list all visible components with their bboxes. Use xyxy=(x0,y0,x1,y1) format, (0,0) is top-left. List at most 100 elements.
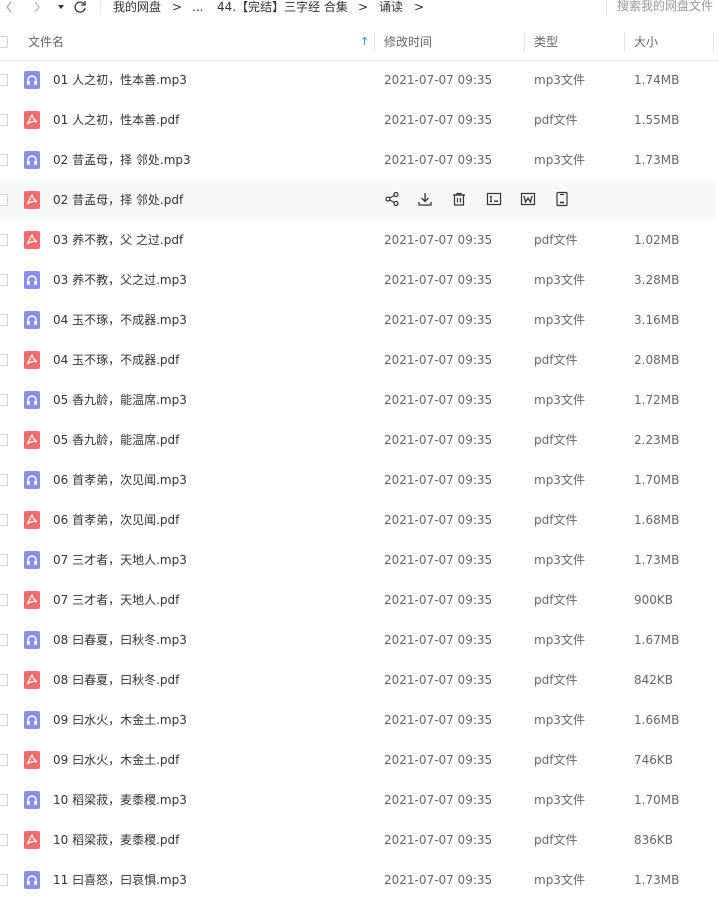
file-name[interactable]: 01 人之初，性本善.pdf xyxy=(53,100,179,140)
row-checkbox[interactable] xyxy=(0,634,8,646)
row-checkbox[interactable] xyxy=(0,274,8,286)
file-row[interactable]: 08 曰春夏，曰秋冬.pdf 2021-07-07 09:35 pdf文件 842KB xyxy=(0,660,715,700)
row-checkbox[interactable] xyxy=(0,314,8,326)
row-checkbox[interactable] xyxy=(0,394,8,406)
file-name[interactable]: 07 三才者，天地人.pdf xyxy=(53,580,179,620)
file-row[interactable]: 01 人之初，性本善.pdf 2021-07-07 09:35 pdf文件 1.55M… xyxy=(0,100,715,140)
row-checkbox[interactable] xyxy=(0,594,8,606)
row-checkbox[interactable] xyxy=(0,74,8,86)
word-convert-icon[interactable] xyxy=(520,191,536,207)
row-checkbox[interactable] xyxy=(0,114,8,126)
file-name[interactable]: 07 三才者，天地人.mp3 xyxy=(53,540,187,580)
column-header-type[interactable]: 类型 xyxy=(534,24,558,60)
file-row[interactable]: 03 养不教，父 之过.pdf 2021-07-07 09:35 pdf文件 1.02… xyxy=(0,220,715,260)
search-box[interactable] xyxy=(606,0,719,16)
file-row[interactable]: 05 香九龄，能温席.pdf 2021-07-07 09:35 pdf文件 2.23M… xyxy=(0,420,715,460)
select-all-checkbox[interactable] xyxy=(0,36,8,48)
share-icon[interactable] xyxy=(384,191,400,207)
file-row[interactable]: 08 曰春夏，曰秋冬.mp3 2021-07-07 09:35 mp3文件 1.67M… xyxy=(0,620,715,660)
file-size: 1.73MB xyxy=(634,873,680,887)
headphones-glyph xyxy=(27,475,37,485)
file-row[interactable]: 11 曰喜怒，曰哀惧.mp3 2021-07-07 09:35 mp3文件 1.73M… xyxy=(0,860,715,900)
file-name[interactable]: 05 香九龄，能温席.mp3 xyxy=(53,380,187,420)
rename-icon[interactable] xyxy=(486,191,502,207)
row-checkbox[interactable] xyxy=(0,794,8,806)
row-checkbox[interactable] xyxy=(0,554,8,566)
file-name[interactable]: 03 养不教，父 之过.pdf xyxy=(53,220,183,260)
file-name[interactable]: 09 曰水火，木金土.mp3 xyxy=(53,700,187,740)
file-row[interactable]: 07 三才者，天地人.pdf 2021-07-07 09:35 pdf文件 900KB xyxy=(0,580,715,620)
file-size: 746KB xyxy=(634,753,674,767)
more-icon[interactable] xyxy=(554,191,570,207)
search-input[interactable] xyxy=(607,0,719,14)
file-modified: 2021-07-07 09:35 xyxy=(384,713,493,727)
row-checkbox[interactable] xyxy=(0,514,8,526)
file-row[interactable]: 05 香九龄，能温席.mp3 2021-07-07 09:35 mp3文件 1.72M… xyxy=(0,380,715,420)
row-checkbox[interactable] xyxy=(0,474,8,486)
breadcrumb-current[interactable]: 诵读 xyxy=(379,0,403,14)
column-divider[interactable] xyxy=(524,32,525,52)
file-row[interactable]: 06 首孝弟，次见闻.mp3 2021-07-07 09:35 mp3文件 1.70M… xyxy=(0,460,715,500)
file-size: 2.08MB xyxy=(634,353,680,367)
row-checkbox[interactable] xyxy=(0,154,8,166)
file-row[interactable]: 02 昔孟母，择 邻处.mp3 2021-07-07 09:35 mp3文件 1.73… xyxy=(0,140,715,180)
pdf-file-icon xyxy=(24,351,40,369)
file-name[interactable]: 06 首孝弟，次见闻.pdf xyxy=(53,500,179,540)
breadcrumb-ellipsis[interactable]: ... xyxy=(192,0,203,14)
column-header-name[interactable]: 文件名 xyxy=(28,24,64,60)
file-row[interactable]: 10 稻梁菽，麦黍稷.pdf 2021-07-07 09:35 pdf文件 836KB xyxy=(0,820,715,860)
column-divider[interactable] xyxy=(624,32,625,52)
file-name[interactable]: 04 玉不琢，不成器.pdf xyxy=(53,340,179,380)
file-size: 900KB xyxy=(634,593,674,607)
delete-icon[interactable] xyxy=(451,191,467,207)
breadcrumb-root[interactable]: 我的网盘 xyxy=(113,0,161,14)
row-checkbox[interactable] xyxy=(0,874,8,886)
file-name[interactable]: 02 昔孟母，择 邻处.pdf xyxy=(53,180,183,220)
row-checkbox[interactable] xyxy=(0,354,8,366)
file-row[interactable]: 06 首孝弟，次见闻.pdf 2021-07-07 09:35 pdf文件 1.68M… xyxy=(0,500,715,540)
column-header-modified[interactable]: 修改时间 xyxy=(384,24,432,60)
column-header-size[interactable]: 大小 xyxy=(634,24,658,60)
file-row[interactable]: 09 曰水火，木金土.pdf 2021-07-07 09:35 pdf文件 746KB xyxy=(0,740,715,780)
file-row[interactable]: 10 稻梁菽，麦黍稷.mp3 2021-07-07 09:35 mp3文件 1.70M… xyxy=(0,780,715,820)
row-checkbox[interactable] xyxy=(0,194,8,206)
file-name[interactable]: 06 首孝弟，次见闻.mp3 xyxy=(53,460,187,500)
file-name[interactable]: 08 曰春夏，曰秋冬.pdf xyxy=(53,660,179,700)
row-checkbox[interactable] xyxy=(0,234,8,246)
file-row[interactable]: 03 养不教，父之过.mp3 2021-07-07 09:35 mp3文件 3.28M… xyxy=(0,260,715,300)
file-name[interactable]: 02 昔孟母，择 邻处.mp3 xyxy=(53,140,191,180)
file-row[interactable]: 02 昔孟母，择 邻处.pdf xyxy=(0,180,715,220)
row-checkbox[interactable] xyxy=(0,434,8,446)
file-modified: 2021-07-07 09:35 xyxy=(384,833,493,847)
row-checkbox[interactable] xyxy=(0,834,8,846)
file-name[interactable]: 10 稻梁菽，麦黍稷.pdf xyxy=(53,820,179,860)
row-checkbox[interactable] xyxy=(0,714,8,726)
file-name[interactable]: 01 人之初，性本善.mp3 xyxy=(53,60,187,100)
file-modified: 2021-07-07 09:35 xyxy=(384,473,493,487)
download-icon[interactable] xyxy=(417,191,433,207)
file-name[interactable]: 04 玉不琢，不成器.mp3 xyxy=(53,300,187,340)
row-checkbox[interactable] xyxy=(0,754,8,766)
file-row[interactable]: 04 玉不琢，不成器.pdf 2021-07-07 09:35 pdf文件 2.08M… xyxy=(0,340,715,380)
back-button[interactable] xyxy=(2,0,16,14)
file-type: pdf文件 xyxy=(534,513,578,527)
file-row[interactable]: 04 玉不琢，不成器.mp3 2021-07-07 09:35 mp3文件 3.16M… xyxy=(0,300,715,340)
refresh-button[interactable] xyxy=(73,0,87,14)
breadcrumb-folder[interactable]: 44.【完结】三字经 合集 xyxy=(217,0,348,14)
file-name[interactable]: 11 曰喜怒，曰哀惧.mp3 xyxy=(53,860,187,900)
history-menu-button[interactable] xyxy=(55,0,67,14)
file-name[interactable]: 10 稻梁菽，麦黍稷.mp3 xyxy=(53,780,187,820)
file-modified: 2021-07-07 09:35 xyxy=(384,633,493,647)
file-row[interactable]: 09 曰水火，木金土.mp3 2021-07-07 09:35 mp3文件 1.66M… xyxy=(0,700,715,740)
file-row[interactable]: 01 人之初，性本善.mp3 2021-07-07 09:35 mp3文件 1.74M… xyxy=(0,60,715,100)
file-name[interactable]: 05 香九龄，能温席.pdf xyxy=(53,420,179,460)
file-name[interactable]: 03 养不教，父之过.mp3 xyxy=(53,260,187,300)
sort-ascending-icon[interactable]: ↑ xyxy=(360,35,370,49)
file-row[interactable]: 07 三才者，天地人.mp3 2021-07-07 09:35 mp3文件 1.73M… xyxy=(0,540,715,580)
file-name[interactable]: 09 曰水火，木金土.pdf xyxy=(53,740,179,780)
row-checkbox[interactable] xyxy=(0,674,8,686)
forward-button[interactable] xyxy=(30,0,44,14)
column-divider[interactable] xyxy=(374,32,375,52)
column-divider[interactable] xyxy=(713,32,714,52)
file-name[interactable]: 08 曰春夏，曰秋冬.mp3 xyxy=(53,620,187,660)
